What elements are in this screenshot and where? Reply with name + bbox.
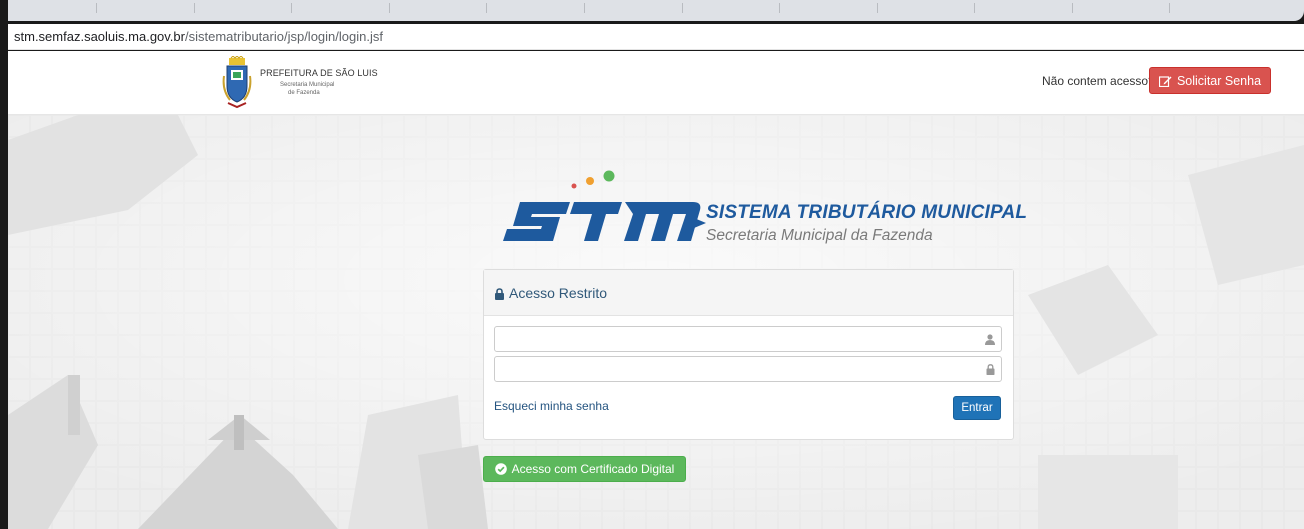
lock-icon bbox=[986, 364, 995, 375]
tab-separator bbox=[682, 3, 683, 13]
edit-icon bbox=[1158, 75, 1172, 87]
system-title: SISTEMA TRIBUTÁRIO MUNICIPAL bbox=[706, 202, 1028, 223]
tab-separator bbox=[974, 3, 975, 13]
username-field[interactable] bbox=[494, 326, 1002, 352]
url-text[interactable]: stm.semfaz.saoluis.ma.gov.br/sistematrib… bbox=[14, 29, 383, 44]
certificate-login-label: Acesso com Certificado Digital bbox=[511, 462, 675, 476]
certificate-login-button[interactable]: Acesso com Certificado Digital bbox=[483, 456, 686, 482]
request-password-button[interactable]: Solicitar Senha bbox=[1149, 67, 1271, 94]
page-content: PREFEITURA DE SÃO LUIS Secretaria Munici… bbox=[8, 51, 1304, 529]
user-icon bbox=[985, 334, 995, 345]
login-button[interactable]: Entrar bbox=[953, 396, 1001, 420]
tab-separator bbox=[1072, 3, 1073, 13]
top-header: PREFEITURA DE SÃO LUIS Secretaria Munici… bbox=[8, 51, 1304, 115]
url-path: /sistematributario/jsp/login/login.jsf bbox=[184, 29, 383, 44]
tab-separator bbox=[1169, 3, 1170, 13]
tab-separator bbox=[389, 3, 390, 13]
tab-separator bbox=[584, 3, 585, 13]
prefeitura-subtitle-1: Secretaria Municipal bbox=[280, 82, 335, 88]
request-password-label: Solicitar Senha bbox=[1176, 73, 1262, 88]
password-field[interactable] bbox=[494, 356, 1002, 382]
check-circle-icon bbox=[494, 463, 507, 475]
system-subtitle: Secretaria Municipal da Fazenda bbox=[706, 227, 933, 244]
lock-icon bbox=[495, 288, 504, 300]
tab-separator bbox=[96, 3, 97, 13]
address-bar[interactable]: stm.semfaz.saoluis.ma.gov.br/sistematrib… bbox=[8, 24, 1304, 50]
tab-separator bbox=[291, 3, 292, 13]
coat-of-arms-icon bbox=[222, 56, 252, 109]
password-input[interactable] bbox=[495, 357, 1001, 381]
forgot-password-link[interactable]: Esqueci minha senha bbox=[494, 399, 609, 413]
login-panel-title: Acesso Restrito bbox=[509, 285, 608, 301]
browser-window: stm.semfaz.saoluis.ma.gov.br/sistematrib… bbox=[0, 0, 1304, 529]
prefeitura-subtitle-2: de Fazenda bbox=[288, 90, 320, 96]
login-panel-header: Acesso Restrito bbox=[484, 270, 1013, 316]
tab-separator bbox=[877, 3, 878, 13]
username-input[interactable] bbox=[495, 327, 1001, 351]
url-host: stm.semfaz.saoluis.ma.gov.br bbox=[14, 29, 185, 44]
prefeitura-title: PREFEITURA DE SÃO LUIS bbox=[260, 68, 378, 78]
login-panel: Acesso Restrito Esqueci minha senha Entr… bbox=[483, 269, 1014, 440]
no-access-text: Não contem acesso? bbox=[1042, 74, 1155, 88]
browser-tab-strip bbox=[8, 0, 1304, 21]
tab-separator bbox=[194, 3, 195, 13]
tab-separator bbox=[486, 3, 487, 13]
prefeitura-logo[interactable]: PREFEITURA DE SÃO LUIS Secretaria Munici… bbox=[222, 56, 382, 110]
tab-separator bbox=[779, 3, 780, 13]
